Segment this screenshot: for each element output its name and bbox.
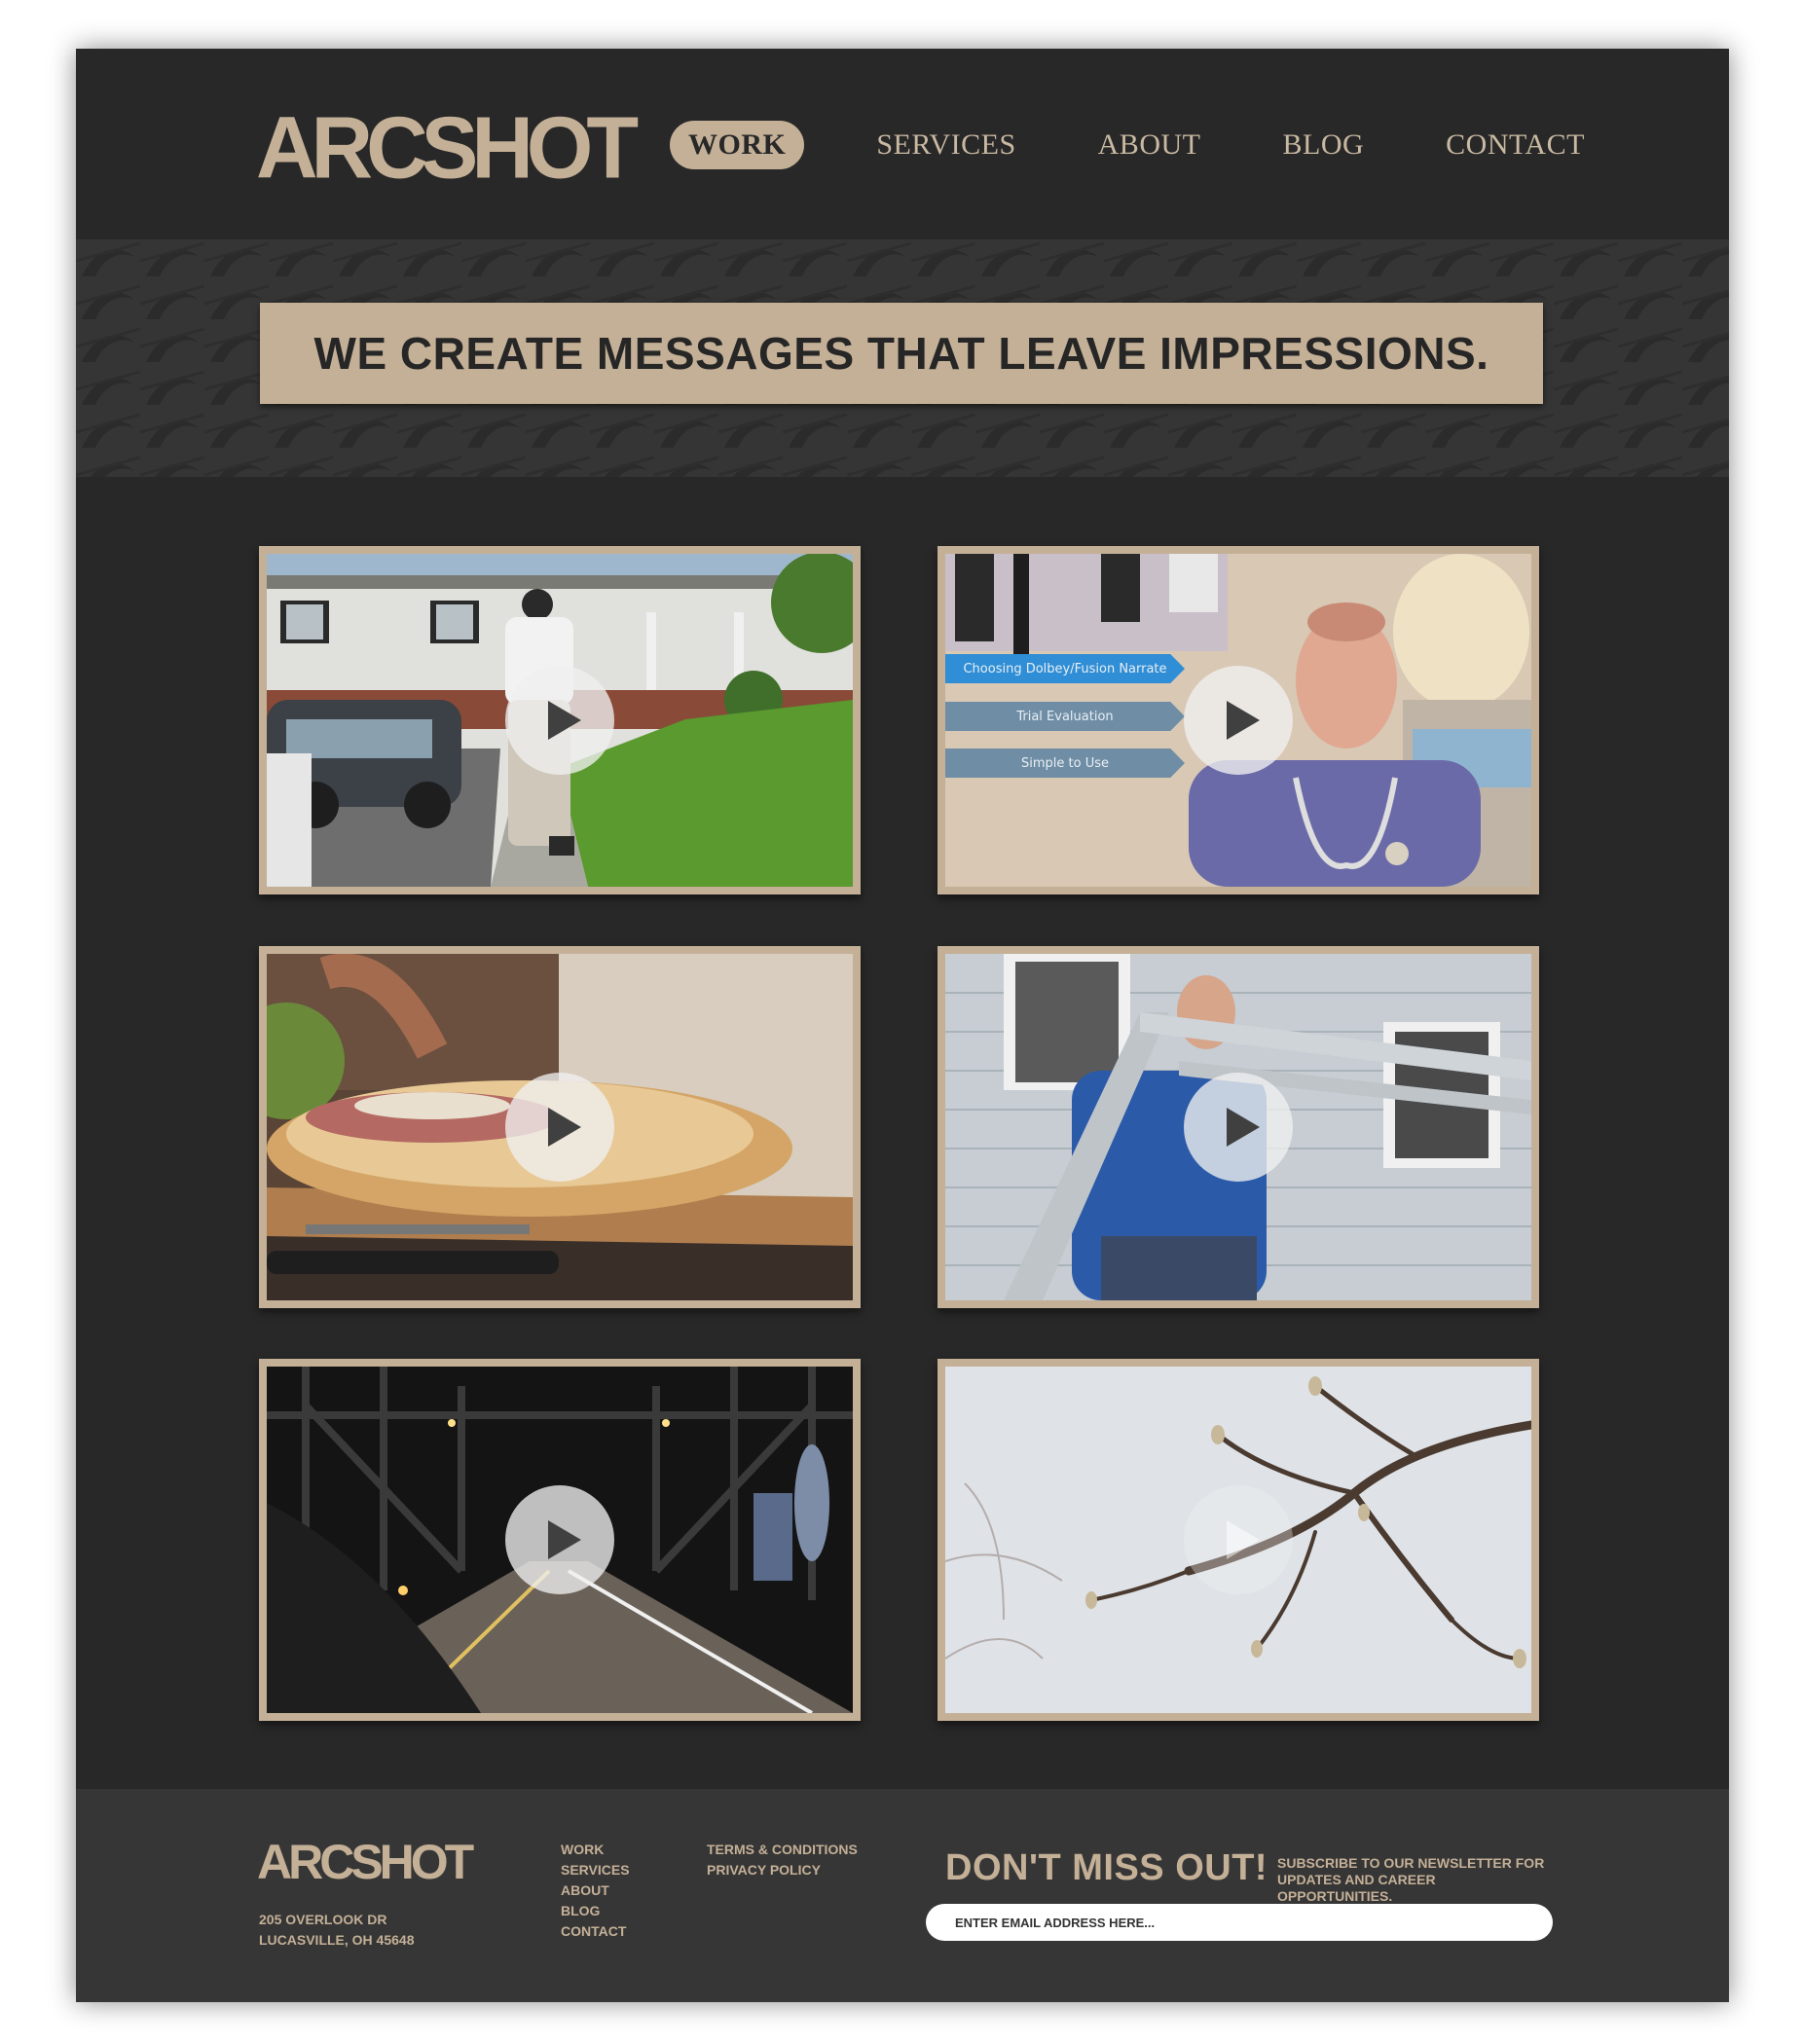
headline-banner: WE CREATE MESSAGES THAT LEAVE IMPRESSION… xyxy=(260,303,1543,404)
overlay-tag: Choosing Dolbey/Fusion Narrate xyxy=(945,654,1185,683)
video-thumbnail xyxy=(267,554,853,887)
video-card[interactable] xyxy=(937,946,1539,1308)
newsletter-subtitle: SUBSCRIBE TO OUR NEWSLETTER FOR UPDATES … xyxy=(1277,1855,1545,1904)
footer-address: 205 OVERLOOK DR LUCASVILLE, OH 45648 xyxy=(259,1910,415,1951)
video-card[interactable]: Choosing Dolbey/Fusion Narrate Trial Eva… xyxy=(937,546,1539,894)
video-card[interactable] xyxy=(259,1359,861,1721)
arcshot-logo[interactable]: ARCSHOT xyxy=(256,104,639,192)
video-card[interactable] xyxy=(259,546,861,894)
footer-link-about[interactable]: ABOUT xyxy=(561,1880,630,1901)
footer-link-services[interactable]: SERVICES xyxy=(561,1860,630,1880)
newsletter-email-input[interactable] xyxy=(926,1904,1553,1941)
play-icon[interactable] xyxy=(505,1485,614,1594)
footer-link-work[interactable]: WORK xyxy=(561,1840,630,1860)
video-card[interactable] xyxy=(259,946,861,1308)
newsletter-title: DON'T MISS OUT! xyxy=(945,1847,1268,1888)
nav-blog[interactable]: BLOG xyxy=(1282,121,1364,169)
play-icon[interactable] xyxy=(1184,1073,1293,1182)
video-thumbnail xyxy=(267,954,853,1300)
play-icon[interactable] xyxy=(505,666,614,775)
nav-about[interactable]: ABOUT xyxy=(1098,121,1201,169)
play-icon[interactable] xyxy=(1184,1485,1293,1594)
video-thumbnail xyxy=(267,1367,853,1713)
site-footer: ARCSHOT 205 OVERLOOK DR LUCASVILLE, OH 4… xyxy=(76,1789,1729,2002)
overlay-tag: Simple to Use xyxy=(945,748,1185,778)
address-line: 205 OVERLOOK DR xyxy=(259,1912,387,1927)
nav-work[interactable]: WORK xyxy=(670,121,805,169)
nav-contact[interactable]: CONTACT xyxy=(1446,121,1585,169)
main-nav: WORK SERVICES ABOUT BLOG CONTACT xyxy=(670,121,1585,169)
page-frame: ARCSHOT WORK SERVICES ABOUT BLOG CONTACT… xyxy=(76,49,1729,2002)
footer-link-contact[interactable]: CONTACT xyxy=(561,1921,630,1942)
footer-logo[interactable]: ARCSHOT xyxy=(257,1838,474,1886)
footer-link-privacy[interactable]: PRIVACY POLICY xyxy=(707,1860,858,1880)
address-line: LUCASVILLE, OH 45648 xyxy=(259,1932,415,1948)
video-card[interactable] xyxy=(937,1359,1539,1721)
overlay-tag: Trial Evaluation xyxy=(945,702,1185,731)
play-icon[interactable] xyxy=(1184,666,1293,775)
footer-link-terms[interactable]: TERMS & CONDITIONS xyxy=(707,1840,858,1860)
video-thumbnail xyxy=(945,1367,1531,1713)
video-thumbnail xyxy=(945,954,1531,1300)
video-thumbnail: Choosing Dolbey/Fusion Narrate Trial Eva… xyxy=(945,554,1531,887)
hero-headline: WE CREATE MESSAGES THAT LEAVE IMPRESSION… xyxy=(313,328,1489,379)
footer-link-blog[interactable]: BLOG xyxy=(561,1901,630,1921)
play-icon[interactable] xyxy=(505,1073,614,1182)
footer-nav: WORK SERVICES ABOUT BLOG CONTACT xyxy=(561,1840,630,1942)
nav-services[interactable]: SERVICES xyxy=(876,121,1015,169)
footer-legal-nav: TERMS & CONDITIONS PRIVACY POLICY xyxy=(707,1840,858,1880)
